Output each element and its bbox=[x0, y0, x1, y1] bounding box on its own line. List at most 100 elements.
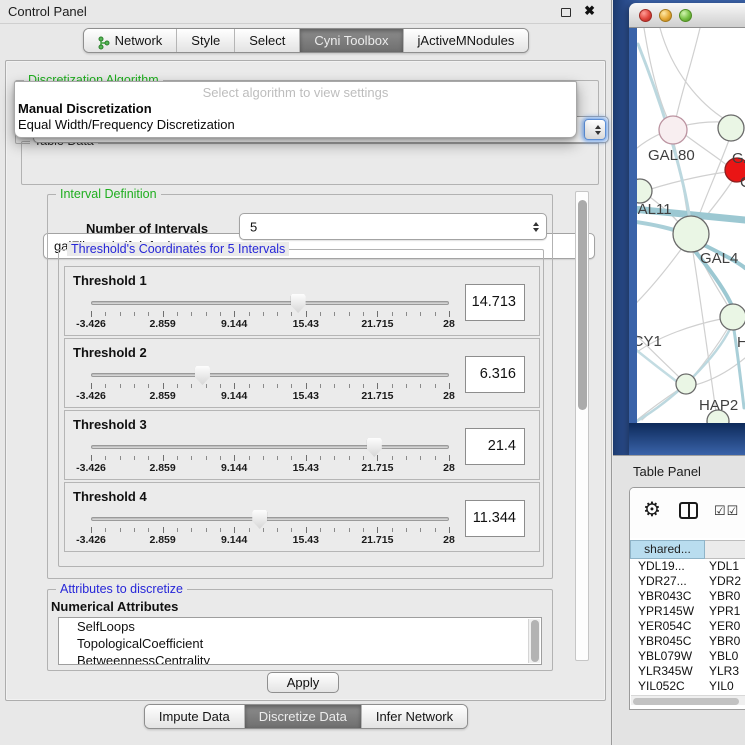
threshold-slider[interactable]: -3.4262.8599.14415.4321.71528 bbox=[91, 367, 449, 405]
dropdown-item-manual-discretization[interactable]: Manual Discretization bbox=[18, 101, 152, 116]
node-gal80[interactable] bbox=[659, 116, 687, 144]
threshold-value-field[interactable]: 6.316 bbox=[465, 356, 525, 393]
tab-impute-data[interactable]: Impute Data bbox=[145, 705, 244, 728]
table-cell[interactable]: YBR043C bbox=[630, 589, 705, 604]
network-edge[interactable] bbox=[637, 390, 678, 420]
node-label: GAL80 bbox=[648, 147, 695, 164]
table-cell[interactable]: YBR0 bbox=[705, 634, 745, 649]
tab-label: Style bbox=[191, 29, 220, 52]
list-item[interactable]: BetweennessCentrality bbox=[59, 652, 541, 665]
table-row[interactable]: YDL19...YDL1 bbox=[630, 559, 745, 574]
dropdown-item-equal-width-frequency[interactable]: Equal Width/Frequency Discretization bbox=[18, 117, 235, 132]
table-row[interactable]: YPR145WYPR1 bbox=[630, 604, 745, 619]
column-header-shared-name[interactable]: shared... bbox=[630, 540, 705, 559]
close-traffic-light-icon[interactable] bbox=[639, 9, 652, 22]
control-panel: Control Panel ✖ Network bbox=[0, 0, 612, 745]
table-cell[interactable]: YDR27... bbox=[630, 574, 705, 589]
tab-discretize-data[interactable]: Discretize Data bbox=[244, 705, 361, 728]
slider-tick bbox=[420, 528, 421, 532]
panel-scrollbar[interactable] bbox=[575, 191, 589, 661]
threshold-value-field[interactable]: 11.344 bbox=[465, 500, 525, 537]
slider-tick-label: 21.715 bbox=[361, 462, 393, 474]
float-window-icon[interactable] bbox=[561, 8, 571, 17]
scrollbar-thumb[interactable] bbox=[531, 620, 539, 662]
table-row[interactable]: YBR043CYBR0 bbox=[630, 589, 745, 604]
table-cell[interactable]: YER054C bbox=[630, 619, 705, 634]
slider-thumb[interactable] bbox=[195, 366, 210, 385]
network-edge[interactable] bbox=[696, 140, 729, 224]
group-title-attributes: Attributes to discretize bbox=[56, 582, 187, 596]
table-hscrollbar[interactable] bbox=[631, 695, 745, 705]
table-cell[interactable]: YDL19... bbox=[630, 559, 705, 574]
attributes-scrollbar[interactable] bbox=[528, 619, 540, 663]
node-gal11[interactable] bbox=[637, 179, 652, 203]
table-cell[interactable]: YPR145W bbox=[630, 604, 705, 619]
threshold-slider[interactable]: -3.4262.8599.14415.4321.71528 bbox=[91, 511, 449, 549]
slider-thumb[interactable] bbox=[367, 438, 382, 457]
table-row[interactable]: YBR045CYBR0 bbox=[630, 634, 745, 649]
network-edge[interactable] bbox=[660, 28, 726, 120]
network-edge[interactable] bbox=[637, 324, 679, 377]
tab-infer-network[interactable]: Infer Network bbox=[361, 705, 467, 728]
table-row[interactable]: YBL079WYBL0 bbox=[630, 649, 745, 664]
table-cell[interactable]: YBL079W bbox=[630, 649, 705, 664]
node-gal4[interactable] bbox=[673, 216, 709, 252]
table-row[interactable]: YIL052CYIL0 bbox=[630, 679, 745, 694]
node-top-right[interactable] bbox=[718, 115, 744, 141]
tab-label: jActiveMNodules bbox=[418, 29, 515, 52]
gear-icon[interactable]: ⚙ bbox=[643, 500, 661, 520]
table-cell[interactable]: YDR2 bbox=[705, 574, 745, 589]
table-cell[interactable]: YIL052C bbox=[630, 679, 705, 694]
network-view[interactable]: GAL80GACGAL11GAL4GCY1HHAP2 bbox=[629, 28, 745, 455]
table-row[interactable]: YLR345WYLR3 bbox=[630, 664, 745, 679]
tab-select[interactable]: Select bbox=[234, 29, 299, 52]
table-cell[interactable]: YER0 bbox=[705, 619, 745, 634]
node-hap2[interactable] bbox=[676, 374, 696, 394]
network-edge[interactable] bbox=[674, 28, 700, 128]
slider-thumb[interactable] bbox=[252, 510, 267, 529]
table-cell[interactable]: YBL0 bbox=[705, 649, 745, 664]
threshold-value-field[interactable]: 21.4 bbox=[465, 428, 525, 465]
combo-spinner-focused[interactable] bbox=[584, 119, 606, 140]
slider-tick bbox=[220, 312, 221, 316]
scrollbar-thumb[interactable] bbox=[578, 200, 587, 410]
apply-button[interactable]: Apply bbox=[267, 672, 339, 693]
num-intervals-combobox[interactable]: 5 bbox=[239, 213, 547, 240]
table-cell[interactable]: YPR1 bbox=[705, 604, 745, 619]
table-row[interactable]: YER054CYER0 bbox=[630, 619, 745, 634]
list-item[interactable]: TopologicalCoefficient bbox=[59, 635, 541, 652]
tab-jactivemnodules[interactable]: jActiveMNodules bbox=[403, 29, 529, 52]
threshold-rows: Threshold 1-3.4262.8599.14415.4321.71528… bbox=[64, 266, 540, 554]
table-cell[interactable]: YIL0 bbox=[705, 679, 745, 694]
node-h[interactable] bbox=[720, 304, 745, 330]
table-cell[interactable]: YLR345W bbox=[630, 664, 705, 679]
scrollbar-thumb[interactable] bbox=[633, 698, 739, 705]
table-cell[interactable]: YBR0 bbox=[705, 589, 745, 604]
zoom-traffic-light-icon[interactable] bbox=[679, 9, 692, 22]
slider-tick bbox=[120, 312, 121, 316]
select-columns-icon[interactable]: ☑☑ bbox=[714, 503, 739, 519]
split-columns-icon[interactable] bbox=[679, 502, 698, 519]
network-edge[interactable] bbox=[637, 248, 682, 313]
slider-tick bbox=[91, 311, 92, 317]
slider-tick-label: 15.43 bbox=[293, 534, 319, 546]
table-row[interactable]: YDR27...YDR2 bbox=[630, 574, 745, 589]
slider-thumb[interactable] bbox=[291, 294, 306, 313]
table-cell[interactable]: YLR3 bbox=[705, 664, 745, 679]
list-item[interactable]: SelfLoops bbox=[59, 618, 541, 635]
slider-tick-label: 2.859 bbox=[149, 318, 175, 330]
table-cell[interactable]: YDL1 bbox=[705, 559, 745, 574]
tab-network[interactable]: Network bbox=[84, 29, 177, 52]
network-edge[interactable] bbox=[644, 28, 671, 126]
close-icon[interactable]: ✖ bbox=[584, 3, 595, 19]
table-cell[interactable]: YBR045C bbox=[630, 634, 705, 649]
minimize-traffic-light-icon[interactable] bbox=[659, 9, 672, 22]
threshold-slider[interactable]: -3.4262.8599.14415.4321.71528 bbox=[91, 295, 449, 333]
numerical-attributes-list[interactable]: SelfLoopsTopologicalCoefficientBetweenne… bbox=[58, 617, 542, 665]
tab-style[interactable]: Style bbox=[176, 29, 234, 52]
tab-cyni-toolbox[interactable]: Cyni Toolbox bbox=[299, 29, 402, 52]
threshold-value-field[interactable]: 14.713 bbox=[465, 284, 525, 321]
threshold-slider[interactable]: -3.4262.8599.14415.4321.71528 bbox=[91, 439, 449, 477]
column-header-name[interactable]: n bbox=[705, 540, 745, 559]
network-canvas[interactable]: GAL80GACGAL11GAL4GCY1HHAP2 bbox=[637, 28, 745, 423]
